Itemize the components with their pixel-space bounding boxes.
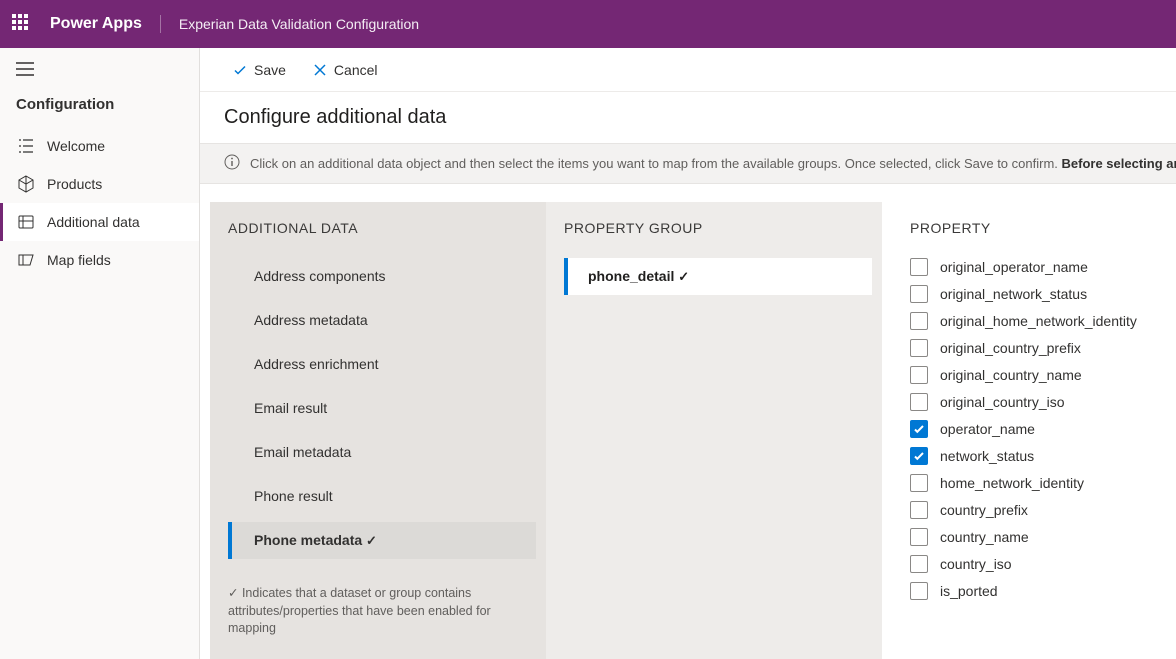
property-group-item[interactable]: phone_detail ✓ <box>564 258 872 295</box>
checkbox[interactable] <box>910 555 928 573</box>
checkbox[interactable] <box>910 582 928 600</box>
property-item[interactable]: network_status <box>910 447 1160 465</box>
app-name[interactable]: Power Apps <box>50 15 161 33</box>
sidebar: Configuration Welcome Products Additional … <box>0 48 200 659</box>
check-icon: ✓ <box>678 269 689 284</box>
property-label: country_name <box>940 529 1029 545</box>
additional-data-column: Additional Data Address components Addres… <box>210 202 546 659</box>
property-item[interactable]: original_network_status <box>910 285 1160 303</box>
sidebar-item-label: Map fields <box>47 252 111 268</box>
property-label: original_operator_name <box>940 259 1088 275</box>
map-icon <box>17 251 35 269</box>
checkbox[interactable] <box>910 447 928 465</box>
item-label: Address components <box>254 268 386 284</box>
property-label: home_network_identity <box>940 475 1084 491</box>
property-label: original_country_prefix <box>940 340 1081 356</box>
checkbox[interactable] <box>910 258 928 276</box>
info-bar: Click on an additional data object and t… <box>200 143 1176 184</box>
col1-heading: Additional Data <box>228 220 536 236</box>
checkbox[interactable] <box>910 528 928 546</box>
app-header: Power Apps Experian Data Validation Conf… <box>0 0 1176 48</box>
col2-heading: Property Group <box>564 220 872 236</box>
property-item[interactable]: operator_name <box>910 420 1160 438</box>
checkbox[interactable] <box>910 339 928 357</box>
item-label: phone_detail <box>588 268 674 284</box>
property-item[interactable]: country_prefix <box>910 501 1160 519</box>
property-label: country_iso <box>940 556 1012 572</box>
property-label: original_network_status <box>940 286 1087 302</box>
sidebar-item-label: Products <box>47 176 102 192</box>
checkbox[interactable] <box>910 474 928 492</box>
property-column: Property original_operator_name original_… <box>882 202 1166 659</box>
col1-caption: ✓ Indicates that a dataset or group cont… <box>228 585 536 638</box>
command-bar: Save Cancel <box>200 48 1176 92</box>
item-label: Phone result <box>254 488 333 504</box>
property-item[interactable]: original_country_name <box>910 366 1160 384</box>
additional-data-item[interactable]: Email result <box>228 390 536 426</box>
property-item[interactable]: original_country_iso <box>910 393 1160 411</box>
sidebar-item-additional-data[interactable]: Additional data <box>0 203 199 241</box>
additional-data-item[interactable]: Address enrichment <box>228 346 536 382</box>
check-icon: ✓ <box>366 533 377 548</box>
property-item[interactable]: home_network_identity <box>910 474 1160 492</box>
property-label: country_prefix <box>940 502 1028 518</box>
item-label: Email metadata <box>254 444 351 460</box>
checkbox[interactable] <box>910 393 928 411</box>
property-label: original_country_iso <box>940 394 1065 410</box>
checkbox[interactable] <box>910 366 928 384</box>
property-label: original_home_network_identity <box>940 313 1137 329</box>
additional-data-item[interactable]: Address components <box>228 258 536 294</box>
main-content: Save Cancel Configure additional data Cl… <box>200 48 1176 659</box>
sidebar-heading: Configuration <box>0 90 199 127</box>
item-label: Address enrichment <box>254 356 379 372</box>
property-item[interactable]: is_ported <box>910 582 1160 600</box>
sidebar-item-label: Additional data <box>47 214 140 230</box>
save-label: Save <box>254 62 286 78</box>
info-text: Click on an additional data object and t… <box>250 156 1176 171</box>
property-group-column: Property Group phone_detail ✓ <box>546 202 882 659</box>
item-label: Address metadata <box>254 312 368 328</box>
additional-data-item[interactable]: Phone result <box>228 478 536 514</box>
property-label: is_ported <box>940 583 998 599</box>
item-label: Email result <box>254 400 327 416</box>
page-title: Configure additional data <box>200 92 1176 143</box>
additional-data-item[interactable]: Email metadata <box>228 434 536 470</box>
checkbox[interactable] <box>910 285 928 303</box>
sidebar-item-label: Welcome <box>47 138 105 154</box>
property-item[interactable]: country_iso <box>910 555 1160 573</box>
info-icon <box>224 154 240 173</box>
list-icon <box>17 137 35 155</box>
sidebar-item-welcome[interactable]: Welcome <box>0 127 199 165</box>
hamburger-icon[interactable] <box>0 48 199 90</box>
waffle-icon[interactable] <box>12 14 32 34</box>
check-icon <box>232 62 248 78</box>
checkbox[interactable] <box>910 501 928 519</box>
additional-data-item[interactable]: Phone metadata ✓ <box>228 522 536 559</box>
property-item[interactable]: original_operator_name <box>910 258 1160 276</box>
sidebar-item-products[interactable]: Products <box>0 165 199 203</box>
app-subtitle: Experian Data Validation Configuration <box>179 16 419 32</box>
checkbox[interactable] <box>910 420 928 438</box>
close-icon <box>312 62 328 78</box>
cancel-button[interactable]: Cancel <box>304 56 386 84</box>
data-icon <box>17 213 35 231</box>
item-label: Phone metadata <box>254 532 362 548</box>
property-item[interactable]: country_name <box>910 528 1160 546</box>
checkbox[interactable] <box>910 312 928 330</box>
col3-heading: Property <box>910 220 1160 236</box>
property-label: original_country_name <box>940 367 1082 383</box>
cube-icon <box>17 175 35 193</box>
cancel-label: Cancel <box>334 62 378 78</box>
property-item[interactable]: original_home_network_identity <box>910 312 1160 330</box>
property-item[interactable]: original_country_prefix <box>910 339 1160 357</box>
sidebar-item-map-fields[interactable]: Map fields <box>0 241 199 279</box>
property-label: operator_name <box>940 421 1035 437</box>
property-label: network_status <box>940 448 1034 464</box>
save-button[interactable]: Save <box>224 56 294 84</box>
additional-data-item[interactable]: Address metadata <box>228 302 536 338</box>
